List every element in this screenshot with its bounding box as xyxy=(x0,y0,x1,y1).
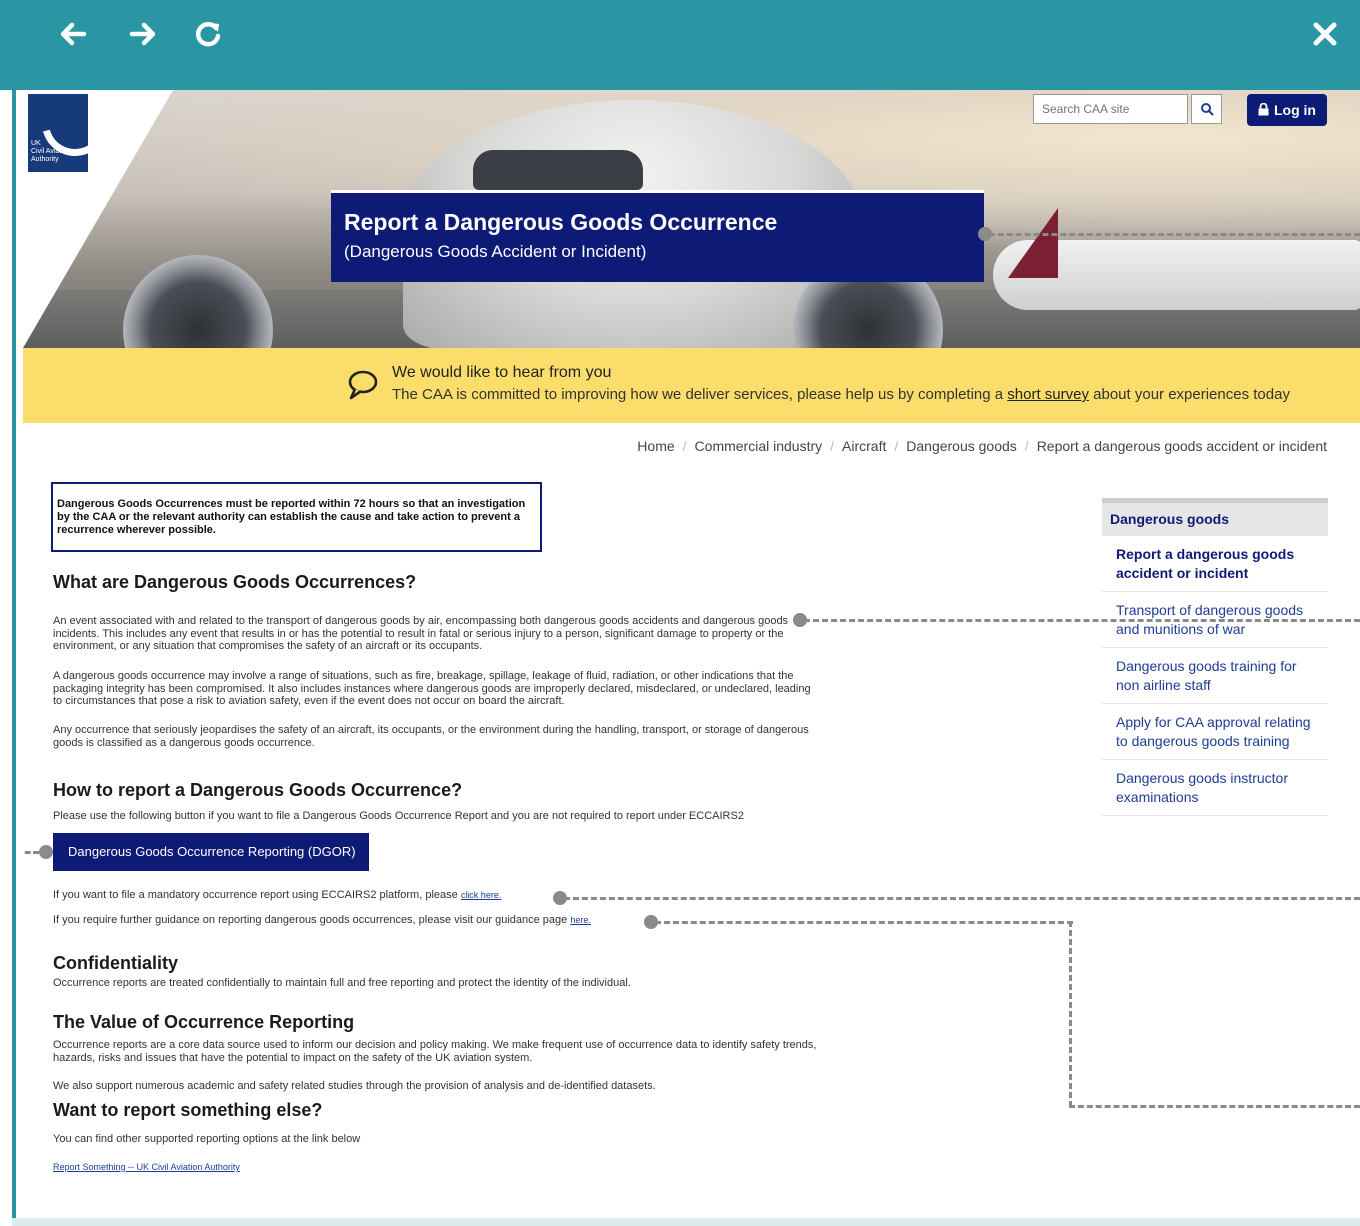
arrow-right-icon xyxy=(129,22,156,46)
what-paragraph-1: An event associated with and related to … xyxy=(53,615,789,652)
value-paragraph-2: We also support numerous academic and sa… xyxy=(53,1080,656,1092)
annotation-line xyxy=(804,619,1360,622)
breadcrumb-commercial-industry[interactable]: Commercial industry xyxy=(695,438,823,454)
frame-border xyxy=(12,90,16,1226)
annotation-line xyxy=(1069,1105,1360,1108)
how-heading: How to report a Dangerous Goods Occurren… xyxy=(53,780,463,800)
search-icon xyxy=(1200,103,1213,116)
caa-logo[interactable]: UK Civil Aviation Authority xyxy=(28,90,121,172)
what-paragraph-2: A dangerous goods occurrence may involve… xyxy=(53,670,811,707)
sidebar-nav: Dangerous goods Report a dangerous goods… xyxy=(1102,498,1328,816)
report-something-link[interactable]: Report Something -- UK Civil Aviation Au… xyxy=(53,1162,240,1172)
back-button[interactable] xyxy=(54,14,94,54)
page-title: Report a Dangerous Goods Occurrence xyxy=(344,209,778,235)
search-button[interactable] xyxy=(1191,94,1222,124)
breadcrumb-home[interactable]: Home xyxy=(637,438,674,454)
forward-button[interactable] xyxy=(122,14,162,54)
breadcrumb: Home / Commercial industry / Aircraft / Danger… xyxy=(637,438,1327,454)
sidebar-item-report-dangerous-goods[interactable]: Report a dangerous goods accident or inc… xyxy=(1102,536,1328,592)
report-else-text: You can find other supported reporting o… xyxy=(53,1133,361,1145)
search-input[interactable] xyxy=(1033,94,1188,124)
what-heading: What are Dangerous Goods Occurrences? xyxy=(53,572,417,592)
annotation-line xyxy=(23,851,39,854)
login-button[interactable]: Log in xyxy=(1247,94,1327,126)
breadcrumb-aircraft[interactable]: Aircraft xyxy=(842,438,886,454)
lock-icon xyxy=(1258,102,1269,116)
dgor-button[interactable]: Dangerous Goods Occurrence Reporting (DG… xyxy=(53,833,369,871)
sidebar-item-apply-approval[interactable]: Apply for CAA approval relating to dange… xyxy=(1102,704,1328,760)
notice-box: Dangerous Goods Occurrences must be repo… xyxy=(51,482,542,552)
annotation-line xyxy=(1069,921,1072,1107)
guidance-text: If you require further guidance on repor… xyxy=(53,914,591,926)
survey-link[interactable]: short survey xyxy=(1007,386,1089,403)
search-box xyxy=(1033,94,1190,124)
arrow-left-icon xyxy=(60,22,87,46)
survey-heading: We would like to hear from you xyxy=(392,364,612,381)
what-paragraph-3: Any occurrence that seriously jeopardise… xyxy=(53,724,809,749)
breadcrumb-dangerous-goods[interactable]: Dangerous goods xyxy=(906,438,1017,454)
annotation-line xyxy=(564,897,1360,900)
report-else-heading: Want to report something else? xyxy=(53,1100,323,1120)
breadcrumb-current: Report a dangerous goods accident or inc… xyxy=(1036,438,1327,454)
survey-banner: We would like to hear from you The CAA i… xyxy=(23,348,1360,423)
sidebar-heading: Dangerous goods xyxy=(1102,503,1328,536)
value-heading: The Value of Occurrence Reporting xyxy=(53,1012,355,1032)
frame-bottom xyxy=(12,1218,1360,1226)
annotation-marker xyxy=(39,845,53,859)
reload-button[interactable] xyxy=(188,14,228,54)
eccairs-link[interactable]: click here. xyxy=(461,890,502,900)
annotation-line xyxy=(989,233,1360,236)
value-paragraph-1: Occurrence reports are a core data sourc… xyxy=(53,1039,817,1064)
page-title-box: Report a Dangerous Goods Occurrence (Dan… xyxy=(331,190,984,282)
close-button[interactable] xyxy=(1305,14,1345,54)
sidebar-item-instructor-exams[interactable]: Dangerous goods instructor examinations xyxy=(1102,760,1328,816)
survey-text: The CAA is committed to improving how we… xyxy=(392,386,1290,403)
confidentiality-heading: Confidentiality xyxy=(53,953,178,973)
web-page: UK Civil Aviation Authority Log in Repor… xyxy=(23,90,1360,1218)
guidance-link[interactable]: here. xyxy=(570,915,591,925)
close-icon xyxy=(1313,22,1337,46)
reload-icon xyxy=(195,22,221,47)
confidentiality-text: Occurrence reports are treated confident… xyxy=(53,977,631,989)
speech-bubble-icon xyxy=(348,370,378,400)
how-text: Please use the following button if you w… xyxy=(53,810,744,822)
annotation-line xyxy=(655,921,1073,924)
sidebar-item-training-non-airline[interactable]: Dangerous goods training for non airline… xyxy=(1102,648,1328,704)
page-subtitle: (Dangerous Goods Accident or Incident) xyxy=(344,242,647,261)
hero-banner: UK Civil Aviation Authority Log in Repor… xyxy=(23,90,1360,348)
eccairs-text: If you want to file a mandatory occurren… xyxy=(53,889,502,901)
